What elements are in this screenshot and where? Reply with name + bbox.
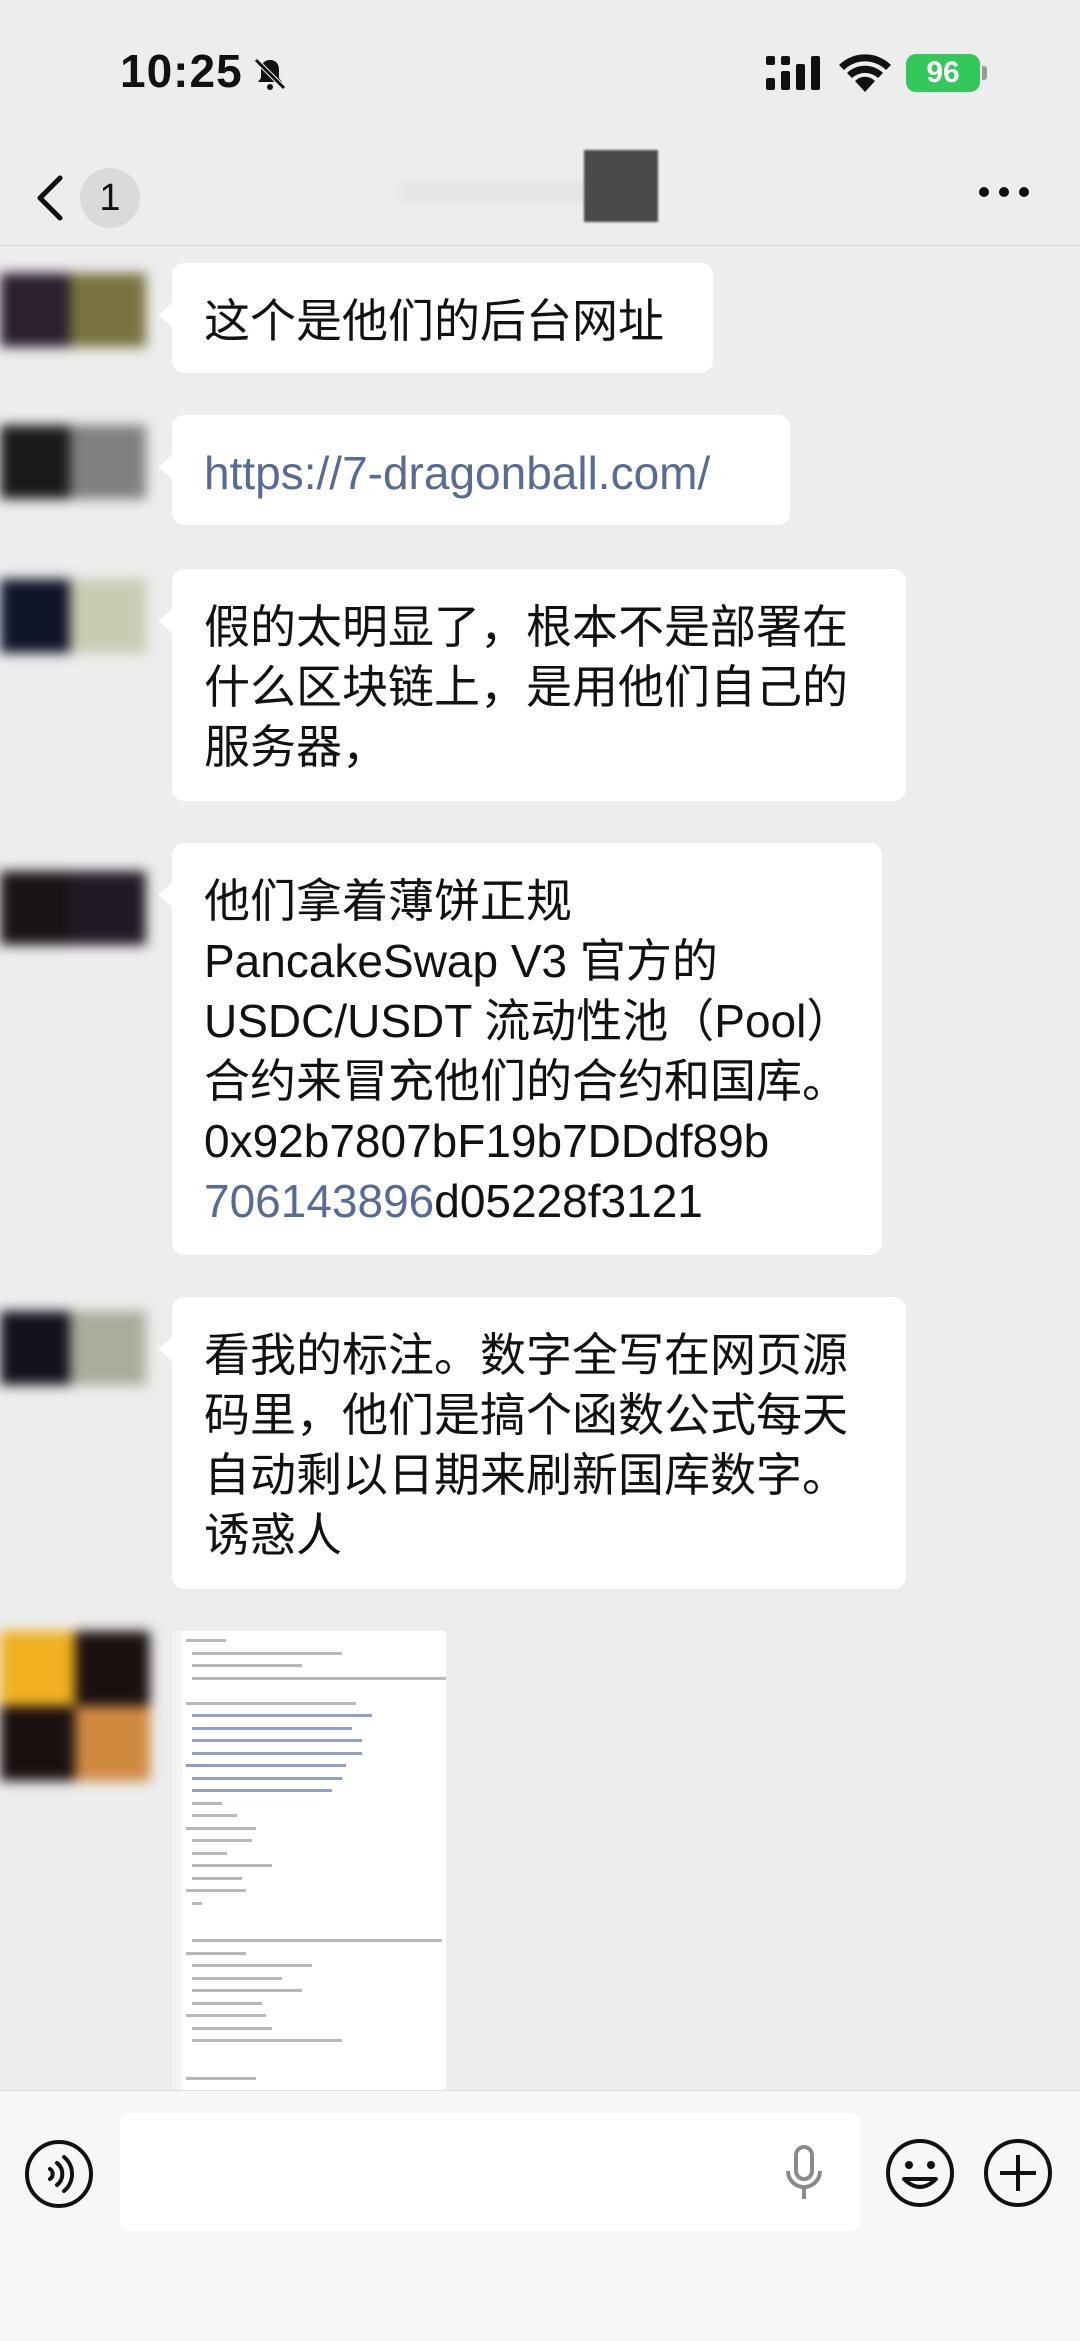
code-line <box>192 1864 272 1867</box>
message-line: 码里，他们是搞个函数公式每天 <box>204 1389 848 1441</box>
code-line <box>186 1639 226 1642</box>
message-bubble[interactable]: 这个是他们的后台网址 <box>158 263 713 373</box>
status-time: 10:25 <box>120 45 243 97</box>
code-line <box>192 1801 222 1805</box>
message-line: 0x92b7807bF19b7DDdf89b <box>204 1115 770 1167</box>
code-line <box>192 1676 446 1680</box>
cellular-signal-icon <box>766 56 820 90</box>
code-line <box>186 1764 346 1767</box>
sender-avatar[interactable] <box>0 1631 150 1781</box>
code-line <box>192 1726 352 1730</box>
sender-avatar[interactable] <box>0 871 146 945</box>
code-line <box>192 1976 282 1980</box>
sender-avatar[interactable] <box>0 579 146 653</box>
message-line: 706143896d05228f3121 <box>204 1171 850 1231</box>
code-line <box>192 1989 302 1992</box>
sender-avatar[interactable] <box>0 425 146 499</box>
bell-muted-icon <box>254 58 286 90</box>
code-line <box>192 1851 227 1855</box>
message-line: PancakeSwap V3 官方的 <box>204 935 718 987</box>
code-line <box>186 1889 246 1892</box>
message-text: 这个是他们的后台网址 <box>204 295 664 347</box>
battery-indicator: 96 <box>906 54 980 92</box>
message-line: 自动剩以日期来刷新国库数字。 <box>204 1449 848 1501</box>
input-bar <box>0 2090 1080 2341</box>
message-line: 合约来冒充他们的合约和国库。 <box>204 1055 848 1107</box>
message-line: 他们拿着薄饼正规 <box>204 875 572 927</box>
message-link[interactable]: https://7-dragonball.com/ <box>204 447 710 499</box>
code-line <box>192 1939 442 1942</box>
code-line <box>192 1751 362 1755</box>
message-line: 看我的标注。数字全写在网页源 <box>204 1329 848 1381</box>
microphone-icon[interactable] <box>782 2145 826 2201</box>
code-line <box>186 2014 266 2017</box>
code-line <box>192 1739 362 1742</box>
code-line <box>192 1876 242 1880</box>
message-line-rest: d05228f3121 <box>434 1175 703 1227</box>
message-input[interactable] <box>120 2113 860 2231</box>
chat-title-redaction-block <box>584 150 658 222</box>
code-line <box>186 1701 356 1705</box>
voice-mode-icon[interactable] <box>24 2139 94 2209</box>
code-line <box>192 1664 302 1667</box>
status-bar: 10:25 96 <box>0 0 1080 150</box>
battery-cap <box>982 66 987 80</box>
code-line <box>192 1839 252 1842</box>
emoji-icon[interactable] <box>884 2137 956 2209</box>
chat-header: 1 <box>0 150 1080 246</box>
message-line: 服务器， <box>204 721 388 773</box>
detected-number-link[interactable]: 706143896 <box>204 1175 434 1227</box>
code-line <box>192 2026 272 2030</box>
code-line <box>192 1651 342 1655</box>
wifi-icon <box>839 54 891 92</box>
message-bubble[interactable]: 他们拿着薄饼正规 PancakeSwap V3 官方的 USDC/USDT 流动… <box>158 843 882 1255</box>
code-line <box>186 1826 256 1830</box>
more-options-icon[interactable] <box>976 180 1032 204</box>
code-line <box>192 1776 342 1780</box>
battery-level: 96 <box>926 56 960 89</box>
plus-icon[interactable] <box>982 2137 1054 2209</box>
message-list[interactable]: 这个是他们的后台网址 https://7-dragonball.com/ 假的太… <box>0 247 1080 2090</box>
code-line <box>192 1964 312 1967</box>
code-line <box>192 1901 202 1905</box>
message-bubble[interactable]: 看我的标注。数字全写在网页源 码里，他们是搞个函数公式每天 自动剩以日期来刷新国… <box>158 1297 906 1589</box>
unread-count-badge: 1 <box>80 168 140 228</box>
message-line: USDC/USDT 流动性池（Pool） <box>204 995 853 1047</box>
message-line: 诱惑人 <box>204 1509 342 1561</box>
sender-avatar[interactable] <box>0 1311 146 1385</box>
message-line: 假的太明显了，根本不是部署在 <box>204 601 848 653</box>
message-line: 什么区块链上，是用他们自己的 <box>204 661 848 713</box>
code-line <box>186 2076 256 2080</box>
code-line <box>192 2039 342 2042</box>
code-line <box>192 1789 332 1792</box>
back-button[interactable]: 1 <box>30 156 150 240</box>
message-bubble[interactable]: https://7-dragonball.com/ <box>158 415 790 525</box>
code-line <box>192 1814 237 1817</box>
message-bubble[interactable]: 假的太明显了，根本不是部署在 什么区块链上，是用他们自己的 服务器， <box>158 569 906 801</box>
code-screenshot-image[interactable] <box>172 1631 446 2090</box>
code-line <box>186 1951 246 1955</box>
code-line-numbers <box>172 1631 182 2090</box>
code-line <box>192 2001 262 2005</box>
code-line <box>192 1714 372 1717</box>
chevron-left-icon <box>37 175 63 221</box>
sender-avatar[interactable] <box>0 273 146 347</box>
